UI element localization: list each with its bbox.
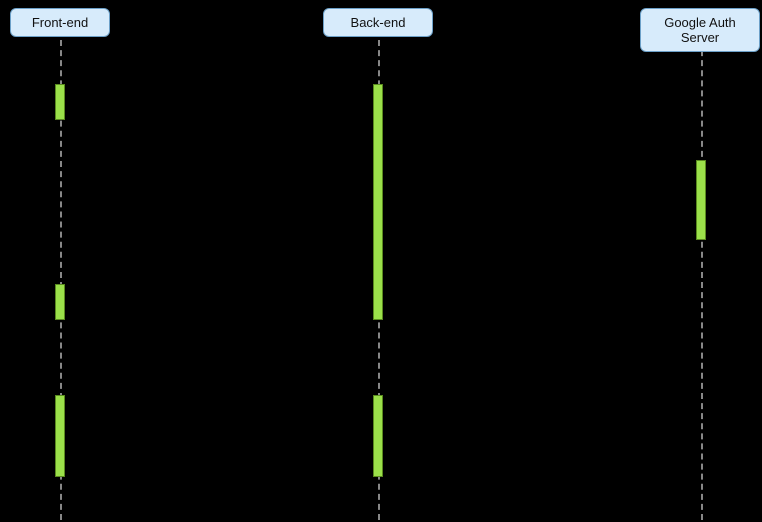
actor-label: Front-end: [32, 15, 88, 30]
actor-label: Back-end: [351, 15, 406, 30]
activation-bar: [55, 284, 65, 320]
actor-label: Google Auth Server: [664, 15, 736, 45]
activation-bar: [373, 84, 383, 320]
activation-bar: [55, 84, 65, 120]
actor-backend: Back-end: [323, 8, 433, 37]
actor-frontend: Front-end: [10, 8, 110, 37]
activation-bar: [55, 395, 65, 477]
actor-google: Google Auth Server: [640, 8, 760, 52]
activation-bar: [373, 395, 383, 477]
activation-bar: [696, 160, 706, 240]
lifeline-google: [701, 40, 703, 520]
